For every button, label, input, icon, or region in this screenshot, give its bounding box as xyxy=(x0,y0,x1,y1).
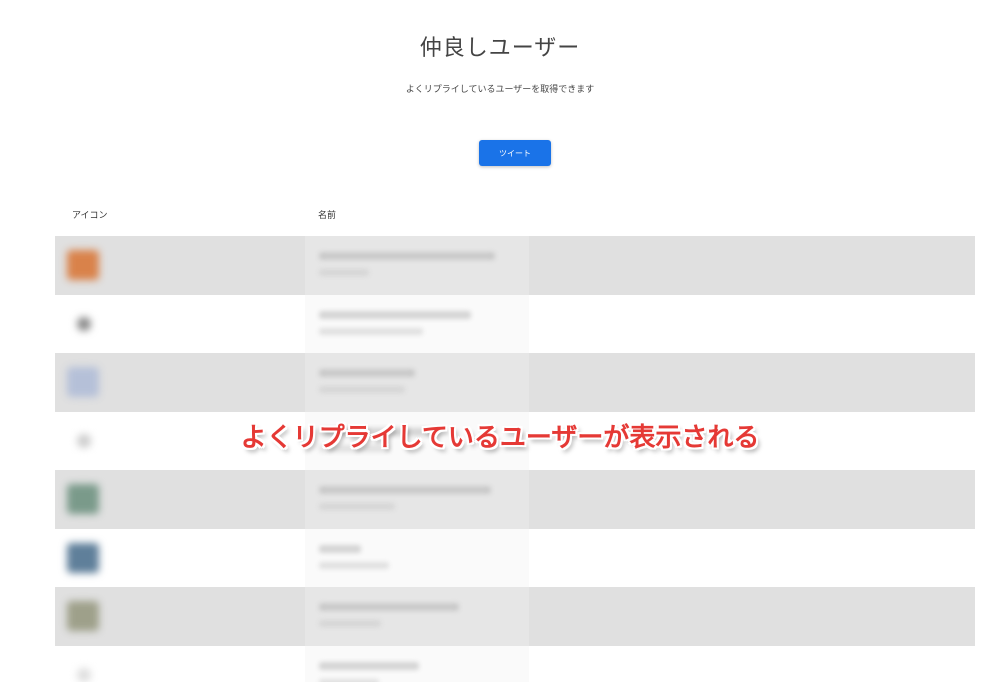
blurred-display-name xyxy=(319,252,495,260)
table-row[interactable] xyxy=(55,645,975,682)
page-subtitle: よくリプライしているユーザーを取得できます xyxy=(405,85,595,95)
table-row[interactable] xyxy=(55,470,975,529)
table-header: アイコン 名前 xyxy=(55,208,975,224)
table-row[interactable] xyxy=(55,353,975,412)
avatar xyxy=(77,316,91,331)
table-row[interactable] xyxy=(55,236,975,295)
avatar xyxy=(67,484,99,514)
avatar-cell xyxy=(55,587,117,646)
blurred-display-name xyxy=(319,369,415,377)
avatar-cell xyxy=(55,470,117,529)
name-cell xyxy=(305,528,529,587)
name-cell xyxy=(305,645,529,682)
avatar-cell xyxy=(55,646,117,682)
annotation-caption: よくリプライしているユーザーが表示される xyxy=(240,423,760,453)
name-cell xyxy=(305,353,529,412)
column-header-icon: アイコン xyxy=(72,211,108,221)
blurred-display-name xyxy=(319,486,491,494)
blurred-screen-name xyxy=(319,269,369,276)
avatar xyxy=(67,250,99,280)
blurred-screen-name xyxy=(319,561,389,569)
blurred-screen-name xyxy=(319,620,381,627)
name-cell xyxy=(305,587,529,646)
blurred-screen-name xyxy=(319,678,379,682)
blurred-screen-name xyxy=(319,503,395,510)
table-row[interactable] xyxy=(55,587,975,646)
avatar xyxy=(67,601,99,631)
blurred-display-name xyxy=(319,544,361,553)
avatar xyxy=(67,367,99,397)
blurred-display-name xyxy=(319,310,471,319)
avatar-cell xyxy=(55,529,117,588)
blurred-screen-name xyxy=(319,386,405,393)
avatar xyxy=(67,542,99,573)
name-cell xyxy=(305,236,529,295)
table-row[interactable] xyxy=(55,294,975,354)
avatar-cell xyxy=(55,295,117,354)
blurred-display-name xyxy=(319,661,419,670)
page-title: 仲良しユーザー xyxy=(419,36,581,61)
avatar xyxy=(77,667,91,682)
column-header-name: 名前 xyxy=(318,211,337,221)
blurred-screen-name xyxy=(319,327,423,335)
page: 仲良しユーザー よくリプライしているユーザーを取得できます ツイート アイコン … xyxy=(0,0,1000,682)
table-row[interactable] xyxy=(55,528,975,588)
user-table-body xyxy=(55,236,975,682)
name-cell xyxy=(305,470,529,529)
name-cell xyxy=(305,294,529,353)
blurred-display-name xyxy=(319,603,459,611)
avatar-cell xyxy=(55,236,117,295)
tweet-button[interactable]: ツイート xyxy=(479,140,551,166)
avatar-cell xyxy=(55,353,117,412)
